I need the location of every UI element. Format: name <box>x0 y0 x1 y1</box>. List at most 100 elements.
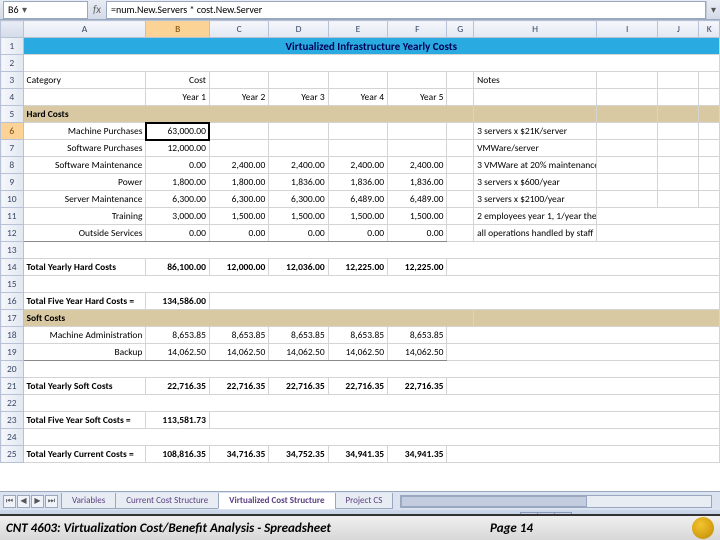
row-header[interactable]: 2 <box>1 55 24 72</box>
cell[interactable] <box>23 242 719 259</box>
row-header[interactable]: 10 <box>1 191 24 208</box>
cell[interactable]: VMWare/server <box>474 140 597 157</box>
cell[interactable]: Server Maintenance <box>23 191 146 208</box>
cell[interactable]: 12,225.00 <box>388 259 447 276</box>
col-header-g[interactable]: G <box>447 21 474 38</box>
cell[interactable]: 3 servers x $2100/year <box>474 191 597 208</box>
cell[interactable] <box>699 123 720 140</box>
cell[interactable] <box>447 259 720 276</box>
cell[interactable]: 1,800.00 <box>209 174 268 191</box>
cell[interactable]: 1,500.00 <box>209 208 268 225</box>
cell[interactable] <box>447 378 720 395</box>
cell[interactable] <box>209 123 268 140</box>
cell[interactable]: 34,941.35 <box>328 446 387 463</box>
cell[interactable] <box>699 191 720 208</box>
cell[interactable]: 2,400.00 <box>269 157 328 174</box>
cell[interactable]: Machine Purchases <box>23 123 146 140</box>
cell[interactable]: 2 employees year 1, 1/year thereafter <box>474 208 597 225</box>
formula-expand-icon[interactable]: ▾ <box>706 1 720 19</box>
cell[interactable]: 0.00 <box>209 225 268 242</box>
cell[interactable]: Year 3 <box>269 89 328 106</box>
cell[interactable]: 1,836.00 <box>388 174 447 191</box>
cell[interactable]: 12,000.00 <box>209 259 268 276</box>
cell[interactable] <box>447 72 474 89</box>
cell[interactable]: Total Five Year Soft Costs = <box>23 412 146 429</box>
cell[interactable]: 14,062.50 <box>209 344 268 361</box>
row-header[interactable]: 6 <box>1 123 24 140</box>
cell[interactable] <box>658 191 699 208</box>
row-header[interactable]: 4 <box>1 89 24 106</box>
cell[interactable]: 0.00 <box>269 225 328 242</box>
row-header[interactable]: 19 <box>1 344 24 361</box>
cell[interactable] <box>388 123 447 140</box>
row-header[interactable]: 20 <box>1 361 24 378</box>
cell[interactable]: 22,716.35 <box>209 378 268 395</box>
cell[interactable]: 134,586.00 <box>146 293 210 310</box>
cell[interactable]: Year 5 <box>388 89 447 106</box>
cell[interactable]: 22,716.35 <box>146 378 210 395</box>
cell[interactable] <box>597 208 720 225</box>
cell[interactable] <box>699 72 720 89</box>
col-header-b[interactable]: B <box>146 21 210 38</box>
spreadsheet-grid[interactable]: A B C D E F G H I J K 1Virtualized Infra… <box>0 20 720 490</box>
tab-current-cost[interactable]: Current Cost Structure <box>115 493 219 509</box>
tab-first-icon[interactable]: ⏮ <box>3 495 16 508</box>
cell[interactable] <box>23 55 719 72</box>
cell[interactable]: Cost <box>146 72 210 89</box>
cell[interactable]: Total Yearly Current Costs = <box>23 446 146 463</box>
cell[interactable] <box>658 106 699 123</box>
cell[interactable]: Total Yearly Hard Costs <box>23 259 146 276</box>
tab-next-icon[interactable]: ▶ <box>31 495 44 508</box>
cell[interactable] <box>447 157 474 174</box>
col-header-e[interactable]: E <box>328 21 387 38</box>
cell[interactable]: 6,300.00 <box>269 191 328 208</box>
cell[interactable]: 12,225.00 <box>328 259 387 276</box>
row-header[interactable]: 11 <box>1 208 24 225</box>
cell[interactable]: 14,062.50 <box>269 344 328 361</box>
cell[interactable] <box>699 106 720 123</box>
name-box-dropdown-icon[interactable]: ▾ <box>19 3 31 16</box>
cell[interactable]: 22,716.35 <box>269 378 328 395</box>
cell[interactable]: Year 2 <box>209 89 268 106</box>
row-header[interactable]: 7 <box>1 140 24 157</box>
tab-prev-icon[interactable]: ◀ <box>17 495 30 508</box>
col-header-j[interactable]: J <box>658 21 699 38</box>
row-header[interactable]: 1 <box>1 38 24 55</box>
cell[interactable]: 8,653.85 <box>328 327 387 344</box>
cell[interactable]: 86,100.00 <box>146 259 210 276</box>
cell[interactable] <box>447 174 474 191</box>
cell[interactable]: 34,716.35 <box>209 446 268 463</box>
cell[interactable]: 3 servers x $600/year <box>474 174 597 191</box>
row-header[interactable]: 8 <box>1 157 24 174</box>
cell[interactable]: 1,836.00 <box>328 174 387 191</box>
sheet-title[interactable]: Virtualized Infrastructure Yearly Costs <box>23 38 719 55</box>
row-header[interactable]: 22 <box>1 395 24 412</box>
row-header[interactable]: 23 <box>1 412 24 429</box>
cell[interactable]: 108,816.35 <box>146 446 210 463</box>
cell[interactable]: 12,000.00 <box>146 140 210 157</box>
cell[interactable] <box>23 361 719 378</box>
row-header[interactable]: 5 <box>1 106 24 123</box>
cell[interactable] <box>658 174 699 191</box>
cell[interactable] <box>699 89 720 106</box>
cell[interactable] <box>474 310 720 327</box>
cell[interactable] <box>447 327 720 344</box>
cell[interactable] <box>209 140 268 157</box>
cell[interactable] <box>658 123 699 140</box>
cell[interactable]: 1,500.00 <box>269 208 328 225</box>
cell[interactable]: 3 VMWare at 20% maintenance <box>474 157 597 174</box>
active-cell[interactable]: 63,000.00 <box>146 123 210 140</box>
tab-project-cs[interactable]: Project CS <box>335 493 394 509</box>
col-header-h[interactable]: H <box>474 21 597 38</box>
cell[interactable]: 8,653.85 <box>269 327 328 344</box>
cell[interactable]: 14,062.50 <box>388 344 447 361</box>
cell[interactable] <box>388 140 447 157</box>
cell[interactable] <box>447 344 720 361</box>
cell[interactable] <box>597 157 658 174</box>
cell[interactable] <box>474 89 597 106</box>
cell[interactable] <box>658 157 699 174</box>
row-header[interactable]: 17 <box>1 310 24 327</box>
cell[interactable]: 6,300.00 <box>146 191 210 208</box>
cell[interactable]: 3 servers x $21K/server <box>474 123 597 140</box>
cell[interactable]: 6,489.00 <box>388 191 447 208</box>
